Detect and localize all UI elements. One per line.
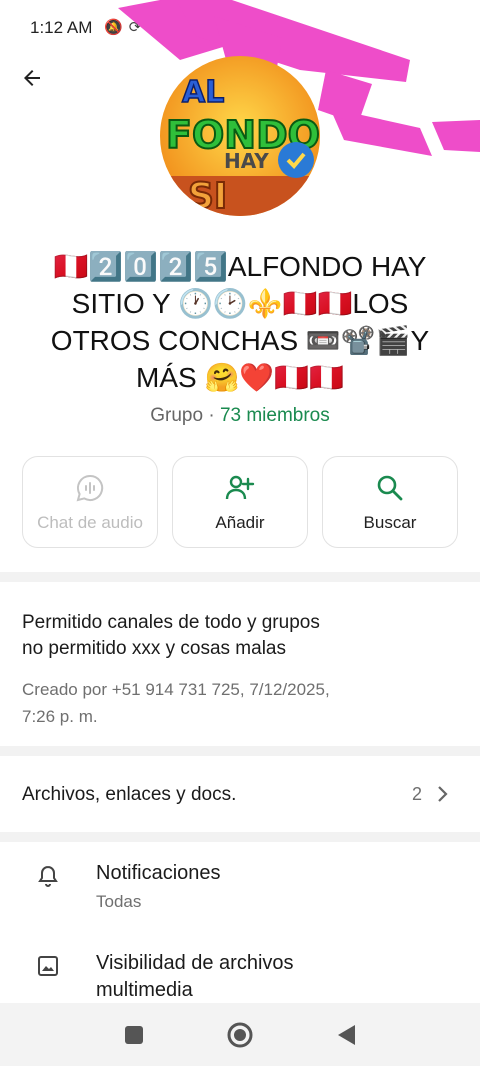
back-triangle-icon bbox=[338, 1025, 355, 1045]
audio-chat-button[interactable]: Chat de audio bbox=[22, 456, 158, 548]
notifications-row[interactable]: Notificaciones Todas bbox=[0, 842, 480, 922]
media-visibility-row[interactable]: Visibilidad de archivos multimedia bbox=[0, 932, 480, 1012]
bell-icon bbox=[38, 865, 58, 887]
section-divider bbox=[0, 746, 480, 756]
search-label: Buscar bbox=[363, 513, 417, 532]
group-type-label: Grupo · bbox=[150, 405, 220, 426]
section-divider bbox=[0, 832, 480, 842]
search-icon bbox=[377, 475, 403, 501]
mute-icon: 🔕 bbox=[104, 19, 129, 36]
add-person-icon bbox=[225, 475, 255, 500]
audio-chat-label: Chat de audio bbox=[37, 513, 143, 532]
members-count[interactable]: 73 miembros bbox=[220, 405, 330, 426]
recents-button[interactable] bbox=[120, 1021, 148, 1049]
status-time: 1:12 AM bbox=[30, 18, 93, 37]
group-subtitle: Grupo · 73 miembros bbox=[0, 405, 480, 427]
group-description[interactable]: Permitido canales de todo y grupos no pe… bbox=[22, 610, 442, 730]
add-label: Añadir bbox=[215, 513, 265, 532]
whatsapp-icon: ◌ bbox=[147, 19, 163, 36]
chevron-right-icon bbox=[438, 786, 448, 802]
avatar-text-hay: HAY bbox=[224, 149, 269, 173]
files-links-docs-row[interactable]: Archivos, enlaces y docs. 2 bbox=[0, 758, 480, 830]
status-icons: 🔕⟳◌ bbox=[104, 18, 162, 36]
search-button[interactable]: Buscar bbox=[322, 456, 458, 548]
group-title: 🇵🇪2️⃣0️⃣2️⃣5️⃣ALFONDO HAY SITIO Y 🕐🕑⚜️🇵🇪… bbox=[50, 251, 430, 393]
sync-icon: ⟳ bbox=[128, 19, 148, 36]
avatar-text-top: AL bbox=[182, 75, 224, 110]
description-text: Permitido canales de todo y grupos no pe… bbox=[22, 612, 320, 659]
home-button[interactable] bbox=[226, 1021, 254, 1049]
back-button[interactable] bbox=[16, 62, 48, 94]
avatar-text-bottom: SI bbox=[188, 176, 227, 216]
section-divider bbox=[0, 572, 480, 582]
arrow-back-icon bbox=[24, 70, 40, 86]
group-avatar[interactable]: AL FONDO HAY SI bbox=[160, 56, 320, 216]
home-icon bbox=[227, 1022, 253, 1048]
files-count: 2 bbox=[411, 784, 422, 804]
notifications-title: Notificaciones bbox=[96, 862, 221, 884]
image-icon bbox=[38, 956, 58, 976]
notifications-value: Todas bbox=[96, 892, 142, 911]
back-nav-button[interactable] bbox=[332, 1021, 360, 1049]
media-visibility-title: Visibilidad de archivos multimedia bbox=[96, 952, 294, 1001]
add-button[interactable]: Añadir bbox=[172, 456, 308, 548]
audio-chat-icon bbox=[76, 474, 104, 502]
status-bar: 1:12 AM 🔕⟳◌ bbox=[0, 0, 480, 52]
files-label: Archivos, enlaces y docs. bbox=[22, 784, 237, 805]
created-by-text: Creado por +51 914 731 725, 7/12/2025, 7… bbox=[22, 680, 330, 726]
system-nav-bar bbox=[0, 1003, 480, 1066]
recents-icon bbox=[125, 1026, 143, 1044]
action-buttons: Chat de audio Añadir Buscar bbox=[22, 456, 458, 548]
avatar-image: AL FONDO HAY SI bbox=[160, 56, 320, 216]
